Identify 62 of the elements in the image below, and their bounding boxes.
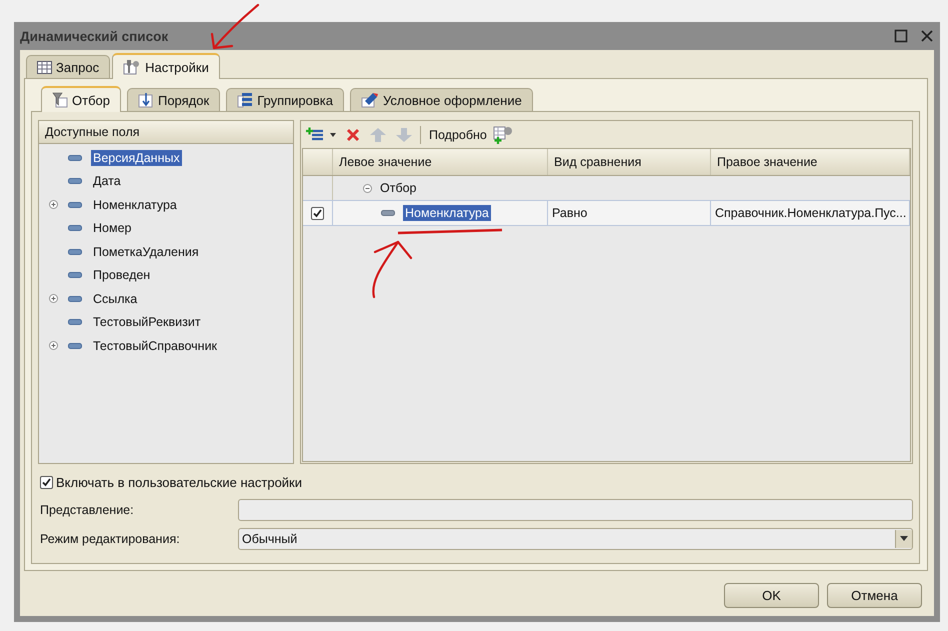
checkbox[interactable]	[311, 206, 324, 220]
tab[interactable]: Отбор	[41, 86, 121, 112]
field-icon	[68, 178, 82, 184]
caret-icon	[900, 536, 908, 541]
tab[interactable]: Порядок	[126, 88, 220, 111]
table-icon	[37, 60, 52, 74]
expand-icon[interactable]	[49, 294, 58, 304]
expand-icon[interactable]	[49, 341, 58, 350]
input-field[interactable]	[238, 498, 913, 520]
dialog-button[interactable]: OK	[724, 583, 819, 608]
tree-item[interactable]: ТестовыйРеквизит	[91, 314, 203, 330]
dropdown-field[interactable]: Обычный	[238, 528, 913, 550]
group-label[interactable]: Отбор	[380, 181, 417, 195]
field-icon	[68, 296, 82, 302]
tab[interactable]: Запрос	[26, 55, 110, 78]
grouping-icon	[237, 92, 254, 108]
field-icon	[68, 225, 82, 232]
field-icon	[68, 202, 82, 208]
tree-item[interactable]: ТестовыйСправочник	[91, 338, 220, 354]
expand-icon[interactable]	[49, 200, 58, 210]
tree-item[interactable]: Номер	[91, 220, 134, 236]
tab[interactable]: Настройки	[112, 53, 220, 79]
table-cell: Справочник.Номенклатура.Пус...	[711, 201, 910, 225]
column-header: Вид сравнения	[548, 149, 711, 175]
settings-add-icon[interactable]	[492, 126, 513, 144]
field-icon	[68, 154, 82, 161]
column-header: Левое значение	[333, 149, 548, 175]
add-icon[interactable]	[306, 126, 324, 142]
tree-item[interactable]: ВерсияДанных	[91, 150, 182, 166]
sort-icon	[138, 92, 154, 108]
checkbox[interactable]	[40, 476, 53, 488]
window-title: Динамический список	[20, 28, 170, 44]
field-icon	[68, 248, 82, 255]
funnel-icon	[52, 92, 68, 108]
tab[interactable]: Условное оформление	[350, 88, 533, 111]
table-cell[interactable]: Номенклатура	[403, 205, 491, 221]
table-cell: Равно	[548, 201, 711, 225]
field-icon	[68, 342, 82, 349]
tree-item[interactable]: Дата	[91, 173, 123, 190]
checkbox-label: Включать в пользовательские настройки	[56, 474, 302, 490]
field-icon	[68, 319, 82, 326]
field-icon	[68, 272, 82, 278]
close-icon[interactable]	[920, 29, 934, 43]
field-label: Режим редактирования:	[39, 532, 181, 546]
tree-item[interactable]: Проведен	[91, 267, 152, 284]
tree-item[interactable]: Ссылка	[91, 290, 140, 307]
column-header: Правое значение	[711, 149, 910, 175]
dialog-button[interactable]: Отмена	[827, 583, 922, 608]
collapse-icon[interactable]	[363, 184, 372, 192]
tree-item[interactable]: Номенклатура	[91, 196, 179, 213]
field-label: Представление:	[39, 502, 135, 516]
maximize-icon[interactable]	[894, 29, 908, 43]
tree-item[interactable]: ПометкаУдаления	[91, 244, 201, 260]
annotation-arrow	[372, 240, 412, 298]
column-header: Доступные поля	[39, 121, 293, 144]
brush-icon	[361, 92, 379, 108]
annotation-arrow	[210, 4, 260, 50]
field-icon	[381, 210, 395, 216]
tab[interactable]: Группировка	[226, 88, 344, 111]
caret-icon[interactable]	[330, 132, 336, 136]
delete-icon[interactable]	[346, 128, 360, 142]
details-button[interactable]: Подробно	[429, 128, 487, 142]
